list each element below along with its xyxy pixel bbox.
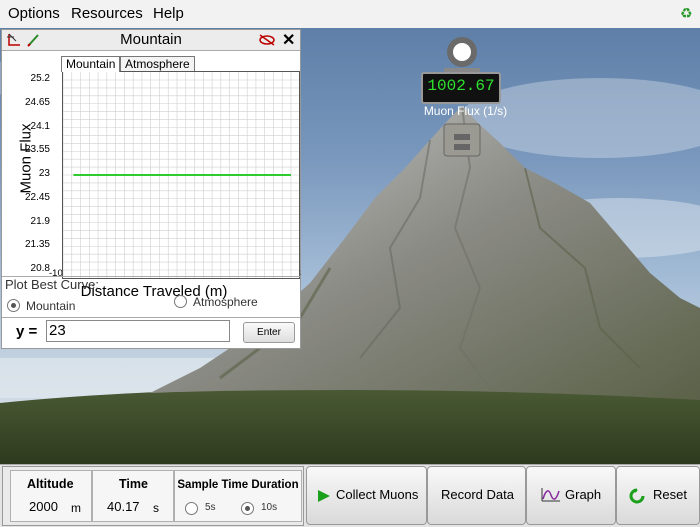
fit-title: Plot Best Curve: [5,277,99,292]
collect-muons-label: Collect Muons [336,487,419,502]
plot-svg [62,72,299,278]
equation-label: y = [16,323,38,340]
graph-button[interactable]: Graph [526,466,616,525]
sample-5s-label: 5s [205,502,216,513]
time-title: Time [119,477,148,491]
y-tick-label: 20.8 [30,263,50,274]
altitude-unit: m [71,501,81,515]
time-unit: s [153,501,159,515]
sample-10s-label: 10s [261,502,278,513]
fit-mountain-radio[interactable] [7,299,20,312]
sample-duration-title: Sample Time Duration [177,479,299,491]
fit-atmosphere-radio[interactable] [174,295,187,308]
altitude-value: 2000 [29,499,58,514]
plot-area[interactable] [62,71,300,279]
panel-title: Mountain [120,31,182,48]
panel-title-bar[interactable]: Mountain ✕ [2,30,300,51]
time-value: 40.17 [107,499,140,514]
graph-panel: Mountain ✕ Mountain Atmosphere Muon Flux… [1,29,301,349]
equation-input[interactable]: 23 [46,320,230,342]
record-data-label: Record Data [441,487,514,502]
enter-button[interactable]: Enter [243,322,295,343]
record-data-button[interactable]: Record Data [427,466,526,525]
tab-atmosphere[interactable]: Atmosphere [120,56,195,72]
y-tick-label: 24.1 [30,120,50,132]
reset-button[interactable]: Reset [616,466,700,525]
y-tick-label: 23 [38,168,50,179]
flux-value: 1002.67 [427,77,495,95]
close-icon[interactable]: ✕ [282,30,295,50]
menu-bar: Options Resources Help ♻ [0,0,700,29]
graph-icon [541,488,560,502]
fit-mountain-label: Mountain [26,299,76,313]
sample-5s-radio[interactable] [185,502,198,515]
collect-muons-button[interactable]: Collect Muons [306,466,427,525]
fit-atmosphere-label: Atmosphere [193,295,258,309]
reset-icon [629,488,645,504]
time-cell: Time 40.17 s [92,470,174,522]
play-icon [318,490,330,502]
menu-resources[interactable]: Resources [71,5,143,22]
y-tick-label: 25.2 [30,73,50,84]
y-tick-label: 23.55 [24,144,50,156]
hide-icon[interactable] [258,33,276,47]
reset-label: Reset [653,487,687,502]
y-tick-label: 21.35 [24,239,50,251]
altitude-cell: Altitude 2000 m [10,470,92,522]
y-tick-label: 24.65 [24,96,50,108]
altitude-title: Altitude [27,477,74,491]
flux-display: 1002.67 [421,72,501,104]
sample-10s-radio[interactable] [241,502,254,515]
tab-mountain[interactable]: Mountain [61,56,121,72]
y-tick-label: 21.9 [30,215,50,227]
menu-options[interactable]: Options [8,5,60,22]
flux-label: Muon Flux (1/s) [423,104,508,118]
sample-duration-cell: Sample Time Duration 5s 10s [174,470,302,522]
graph-label: Graph [565,487,602,502]
menu-help[interactable]: Help [153,5,184,22]
recycle-icon[interactable]: ♻ [680,6,694,20]
y-tick-label: 22.45 [24,191,50,203]
